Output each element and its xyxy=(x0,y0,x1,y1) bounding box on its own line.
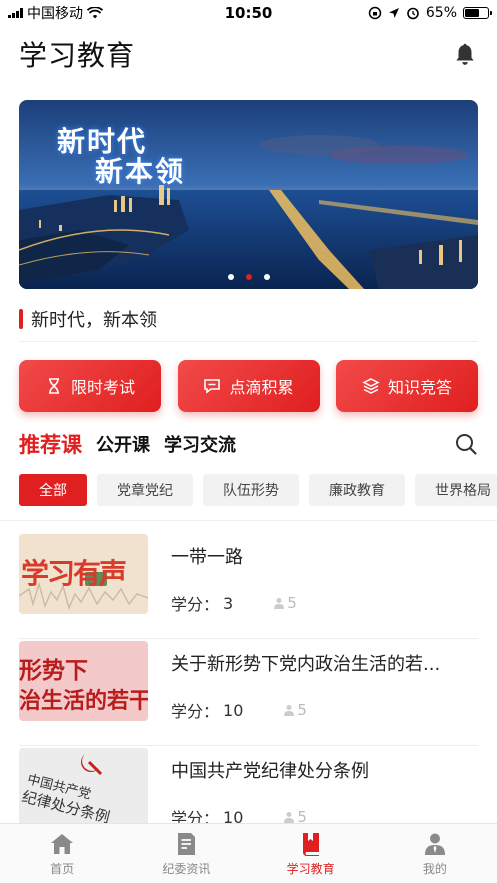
course-thumbnail: 形势下 治生活的若干 xyxy=(19,641,148,721)
timed-exam-button[interactable]: 限时考试 xyxy=(19,360,161,412)
status-bar: 中国移动 10:50 65% xyxy=(0,0,497,26)
search-icon[interactable] xyxy=(454,432,478,456)
thumb-text: 治生活的若干 xyxy=(19,688,148,714)
course-meta: 学分： 10 5 xyxy=(171,698,478,722)
divider xyxy=(0,520,497,521)
person-icon xyxy=(274,598,285,609)
nav-home-label: 首页 xyxy=(50,861,75,876)
status-left: 中国移动 xyxy=(8,3,368,23)
thumb-text: 形势下 xyxy=(19,657,88,684)
home-icon xyxy=(51,833,74,854)
nav-news[interactable]: 纪委资讯 xyxy=(124,824,248,883)
nav-profile-label: 我的 xyxy=(422,861,447,876)
caption-accent-bar xyxy=(19,308,23,329)
accumulate-button[interactable]: 点滴积累 xyxy=(177,360,320,412)
location-icon xyxy=(388,8,399,18)
course-title: 一带一路 xyxy=(171,547,243,568)
learner-count-value: 5 xyxy=(297,701,307,719)
chip-integrity[interactable]: 廉政教育 xyxy=(309,474,405,506)
page-title: 学习教育 xyxy=(19,39,136,72)
status-right: 65% xyxy=(368,5,492,21)
bell-icon[interactable] xyxy=(452,41,478,67)
course-thumbnail: 学习有声 xyxy=(19,534,148,614)
chip-world-pattern[interactable]: 世界格局 xyxy=(415,474,497,506)
banner-caption[interactable]: 新时代，新本领 xyxy=(19,302,478,342)
battery-icon xyxy=(463,7,492,19)
rotation-lock-icon xyxy=(368,6,382,20)
course-list: 学习有声 一带一路 学分： 3 5 形势下 治生活的若干 关于新形势下党内政治生… xyxy=(19,533,478,854)
knowledge-quiz-button[interactable]: 知识竞答 xyxy=(336,360,478,412)
credit-value: 10 xyxy=(223,700,244,720)
hourglass-icon xyxy=(48,378,59,394)
carousel-dot-active[interactable] xyxy=(245,274,252,280)
banner-carousel[interactable]: 新时代 新本领 xyxy=(19,100,478,289)
tab-public[interactable]: 公开课 xyxy=(96,431,150,457)
course-item[interactable]: 形势下 治生活的若干 关于新形势下党内政治生活的若... 学分： 10 5 xyxy=(19,640,478,746)
document-icon xyxy=(178,832,196,855)
carrier-name: 中国移动 xyxy=(27,6,83,22)
credit-label: 学分： xyxy=(171,595,220,614)
carousel-dots xyxy=(19,274,478,280)
alarm-icon xyxy=(407,7,419,20)
course-info: 中国共产党纪律处分条例 学分： 10 5 xyxy=(171,748,478,829)
course-item[interactable]: 学习有声 一带一路 学分： 3 5 xyxy=(19,533,478,639)
tab-recommended[interactable]: 推荐课 xyxy=(19,429,82,459)
chip-party-discipline[interactable]: 党章党纪 xyxy=(97,474,193,506)
signal-icon xyxy=(8,8,23,18)
nav-study-label: 学习教育 xyxy=(286,861,335,876)
layers-icon xyxy=(362,378,380,394)
course-info: 一带一路 学分： 3 5 xyxy=(171,534,478,615)
course-tabs: 推荐课 公开课 学习交流 xyxy=(19,426,478,462)
carousel-dot[interactable] xyxy=(263,274,270,280)
chat-icon xyxy=(204,379,221,394)
learner-count: 5 xyxy=(273,594,297,612)
tab-exchange[interactable]: 学习交流 xyxy=(164,431,236,457)
course-title: 中国共产党纪律处分条例 xyxy=(171,761,369,782)
carousel-dot[interactable] xyxy=(227,274,234,280)
chip-all[interactable]: 全部 xyxy=(19,474,87,506)
nav-home[interactable]: 首页 xyxy=(0,824,124,883)
nav-study[interactable]: 学习教育 xyxy=(249,824,373,883)
course-info: 关于新形势下党内政治生活的若... 学分： 10 5 xyxy=(171,641,478,722)
knowledge-quiz-label: 知识竞答 xyxy=(387,378,452,397)
credit-label: 学分： xyxy=(171,702,220,721)
course-meta: 学分： 3 5 xyxy=(171,591,478,615)
nav-news-label: 纪委资讯 xyxy=(162,861,211,876)
book-icon xyxy=(302,832,319,856)
course-title: 关于新形势下党内政治生活的若... xyxy=(171,654,441,675)
course-thumbnail: 中国共产党 纪律处分条例 xyxy=(19,748,148,828)
person-icon xyxy=(284,812,295,823)
banner-caption-text: 新时代，新本领 xyxy=(31,309,157,331)
person-icon xyxy=(284,705,295,716)
thumb-text: 学习有声 xyxy=(21,557,127,590)
accumulate-label: 点滴积累 xyxy=(229,378,294,397)
credit-value: 3 xyxy=(223,593,234,613)
category-chips: 全部 党章党纪 队伍形势 廉政教育 世界格局 xyxy=(19,474,497,506)
quick-actions: 限时考试 点滴积累 知识竞答 xyxy=(19,360,478,412)
timed-exam-label: 限时考试 xyxy=(70,378,135,397)
wifi-icon xyxy=(87,7,103,19)
learner-count: 5 xyxy=(283,701,307,719)
header: 学习教育 xyxy=(19,30,478,78)
bottom-nav: 首页 纪委资讯 学习教育 我的 xyxy=(0,823,497,883)
learner-count-value: 5 xyxy=(287,594,297,612)
banner-heading-line2: 新本领 xyxy=(95,155,186,188)
battery-percent: 65% xyxy=(425,5,457,21)
nav-profile[interactable]: 我的 xyxy=(373,824,497,883)
user-icon xyxy=(424,833,445,855)
chip-team-situation[interactable]: 队伍形势 xyxy=(203,474,299,506)
